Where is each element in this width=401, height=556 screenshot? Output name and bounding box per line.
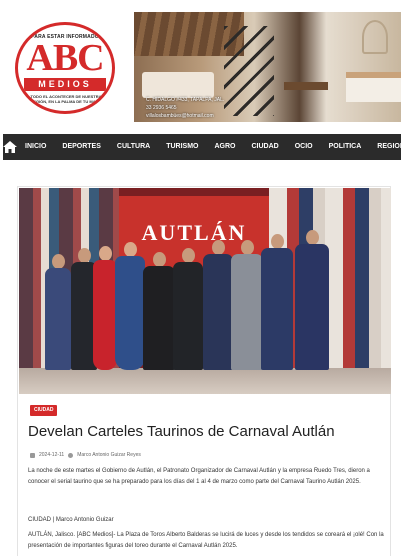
banner-phone: 33 2936 5465 [146,105,177,111]
article-date[interactable]: 2024-12-11 [39,452,64,458]
banner-bed [142,72,214,98]
banner-dreamcatcher [362,20,388,54]
article-paragraph: La noche de este martes el Gobierno de A… [28,468,370,485]
nav-item-inicio[interactable]: INICIO [17,134,54,160]
banner-address: C. HIDALGO #433, TAPALPA, JAL. [146,97,225,103]
nav-item-ciudad[interactable]: CIUDAD [244,134,287,160]
logo-brand: ABC [26,37,104,79]
banner-bed-right [346,72,401,102]
person [173,248,203,370]
person [143,252,175,370]
article-title: Develan Carteles Taurinos de Carnaval Au… [28,423,335,440]
person [261,234,293,370]
ad-banner[interactable]: C. HIDALGO #433, TAPALPA, JAL. 33 2936 5… [134,12,401,122]
nav-item-agro[interactable]: AGRO [207,134,244,160]
article-meta: 2024-12-11 Marco Antonio Guizar Reyes [30,452,141,458]
article-byline: CIUDAD | Marco Antonio Guizar [28,517,114,523]
nav-item-politica[interactable]: POLITICA [321,134,370,160]
banner-table [284,82,328,90]
nav-item-region[interactable]: REGION [369,134,401,160]
nav-item-turismo[interactable]: TURISMO [158,134,206,160]
nav-item-ocio[interactable]: OCIO [287,134,321,160]
article-paragraph: AUTLÁN, Jalisco. [ABC Medios]- La Plaza … [28,532,384,549]
person [231,240,263,370]
person [93,246,117,370]
logo-slogan: TODO EL ACONTECER DE NUESTRA REGIÓN, EN … [30,94,102,104]
main-nav: INICIO DEPORTES CULTURA TURISMO AGRO CIU… [3,134,401,160]
abc-medios-logo[interactable]: PARA ESTAR INFORMADO ABC MEDIOS TODO EL … [15,22,115,114]
person [45,254,71,370]
calendar-icon [30,452,35,458]
home-icon[interactable] [3,134,17,160]
logo-sub-brand: MEDIOS [24,78,106,91]
article-author[interactable]: Marco Antonio Guizar Reyes [77,452,141,458]
user-icon [68,452,74,458]
banner-email: villalosbambúes@hotmail.com [146,113,214,119]
banner-contact: C. HIDALGO #433, TAPALPA, JAL. 33 2936 5… [146,96,256,120]
person [115,242,145,370]
site-header: PARA ESTAR INFORMADO ABC MEDIOS TODO EL … [0,0,401,134]
stage-floor [19,368,391,394]
article-photo[interactable]: AUTLÁN [19,188,391,394]
page: PARA ESTAR INFORMADO ABC MEDIOS TODO EL … [0,0,401,556]
nav-item-deportes[interactable]: DEPORTES [54,134,109,160]
nav-item-cultura[interactable]: CULTURA [109,134,158,160]
category-badge[interactable]: CIUDAD [30,405,58,416]
person [295,230,329,370]
article-card: AUTLÁN CIUDAD Develan Carteles Taurinos … [17,186,391,556]
person [203,240,233,370]
